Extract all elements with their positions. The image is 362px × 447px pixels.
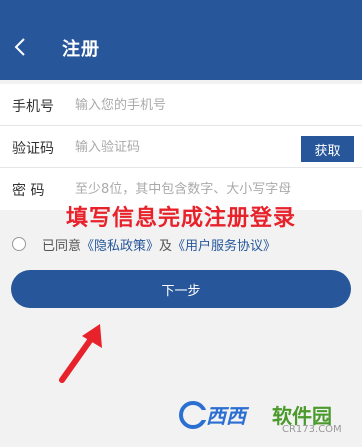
app-header: 注册 — [0, 0, 362, 80]
agreement: 已同意 《隐私政策》 及 《用户服务协议》 — [12, 234, 276, 254]
phone-row: 手机号 — [0, 84, 362, 126]
red-arrow-icon — [59, 324, 102, 383]
agreement-middle: 及 — [159, 238, 173, 254]
register-form: 手机号 验证码 密 码 获取 — [0, 84, 362, 210]
password-label: 密 码 — [12, 183, 45, 199]
get-code-button[interactable]: 获取 — [301, 136, 354, 162]
password-input[interactable] — [75, 176, 355, 202]
next-step-button[interactable]: 下一步 — [11, 270, 351, 308]
terms-link[interactable]: 《用户服务协议》 — [172, 235, 276, 254]
overlay-caption: 填写信息完成注册登录 — [65, 206, 296, 231]
code-label: 验证码 — [12, 141, 54, 157]
watermark: 西西 软件园 CR173.COM — [178, 398, 358, 442]
cr173-logo-icon — [179, 401, 208, 429]
back-arrow-icon[interactable] — [8, 34, 34, 60]
privacy-policy-link[interactable]: 《隐私政策》 — [81, 235, 159, 254]
code-input[interactable] — [75, 134, 275, 160]
watermark-brand: 西西 — [206, 404, 246, 428]
watermark-domain: CR173.COM — [282, 424, 342, 435]
phone-input[interactable] — [75, 92, 295, 118]
agreement-prefix: 已同意 — [42, 238, 82, 254]
agree-radio[interactable] — [12, 237, 26, 251]
phone-label: 手机号 — [12, 99, 54, 115]
page-title: 注册 — [62, 39, 100, 60]
